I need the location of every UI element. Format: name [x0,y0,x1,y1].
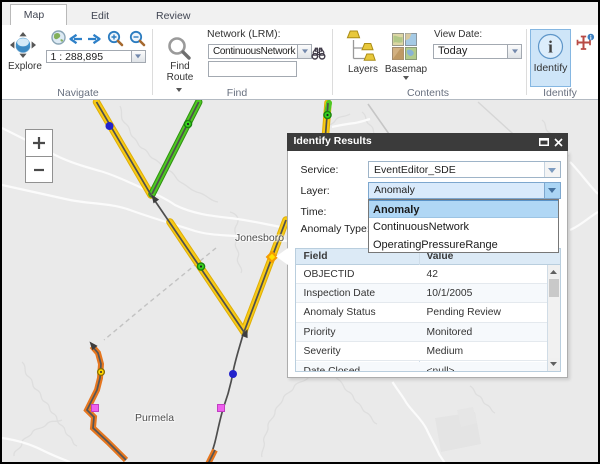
svg-text:i: i [590,35,592,42]
svg-text:i: i [548,38,553,57]
